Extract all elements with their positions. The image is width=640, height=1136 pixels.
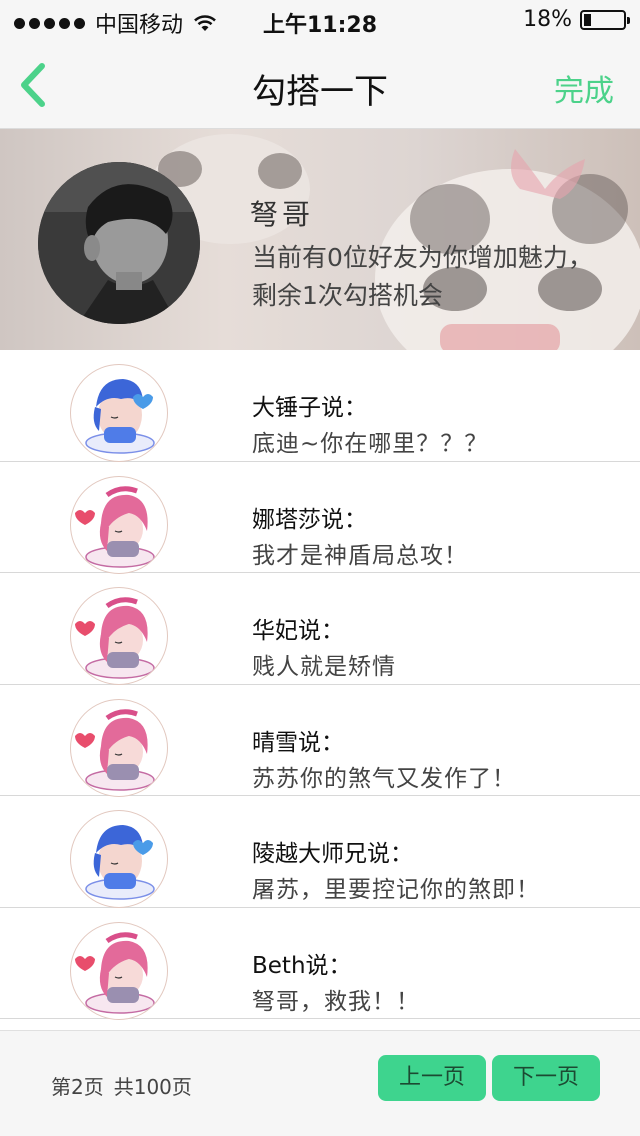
list-item[interactable]: 大锤子说： 底迪~你在哪里？？？: [0, 350, 640, 462]
status-bar: 中国移动 上午11:28 18%: [0, 0, 640, 40]
message-sender: 娜塔莎说：: [252, 506, 367, 533]
message-sender: 大锤子说：: [252, 395, 367, 421]
list-item[interactable]: 娜塔莎说： 我才是神盾局总攻！: [0, 462, 640, 574]
message-sender: 陵越大师兄说：: [252, 841, 413, 867]
message-sender: 华妃说：: [252, 618, 344, 644]
profile-avatar[interactable]: [38, 162, 200, 324]
message-sender: 晴雪说：: [252, 729, 344, 756]
battery-icon: [580, 9, 630, 30]
blue-hair-boy-avatar[interactable]: [70, 364, 168, 462]
status-right: 18%: [523, 7, 630, 32]
message-list: 大锤子说： 底迪~你在哪里？？？ 娜塔莎说： 我才是神盾局总攻！ 华妃说： 贱人…: [0, 350, 640, 1020]
profile-photo: [38, 162, 200, 324]
list-item[interactable]: Beth说： 弩哥，救我！！: [0, 908, 640, 1020]
charm-info-text: 当前有0位好友为你增加魅力，: [252, 243, 593, 272]
page-indicator: 第2页 共100页: [51, 1071, 192, 1100]
battery-percent: 18%: [523, 7, 572, 32]
message-text: 贱人就是矫情: [252, 654, 396, 680]
pagination-footer: 第2页 共100页 上一页 下一页: [0, 1030, 640, 1136]
message-text: 苏苏你的煞气又发作了！: [252, 765, 516, 792]
list-item[interactable]: 陵越大师兄说： 屠苏，里要控记你的煞即！: [0, 796, 640, 908]
navigation-bar: 勾搭一下 完成: [0, 40, 640, 129]
previous-page-button[interactable]: 上一页: [378, 1055, 486, 1101]
page-title: 勾搭一下: [252, 72, 388, 112]
profile-info: 当前有0位好友为你增加魅力， 剩余1次勾搭机会: [252, 239, 632, 315]
message-text: 底迪~你在哪里？？？: [252, 431, 489, 457]
next-page-button[interactable]: 下一页: [492, 1055, 600, 1101]
current-page: 第2页: [51, 1075, 104, 1099]
message-sender: Beth说：: [252, 952, 352, 979]
total-pages: 共100页: [113, 1075, 192, 1099]
remaining-chances-text: 剩余1次勾搭机会: [252, 281, 443, 310]
pink-hair-girl-avatar[interactable]: [70, 475, 168, 574]
message-text: 屠苏，里要控记你的煞即！: [252, 877, 540, 903]
blue-hair-boy-avatar[interactable]: [70, 810, 168, 908]
list-item[interactable]: 晴雪说： 苏苏你的煞气又发作了！: [0, 685, 640, 797]
pink-hair-girl-avatar[interactable]: [70, 921, 168, 1020]
pink-hair-girl-avatar[interactable]: [70, 587, 168, 685]
message-text: 弩哥，救我！！: [252, 988, 420, 1015]
message-text: 我才是神盾局总攻！: [252, 542, 468, 569]
profile-header: 弩哥 当前有0位好友为你增加魅力， 剩余1次勾搭机会: [0, 129, 640, 350]
profile-name: 弩哥: [250, 198, 315, 231]
pink-hair-girl-avatar[interactable]: [70, 698, 168, 797]
battery-fill: [584, 13, 591, 26]
done-button[interactable]: 完成: [554, 66, 614, 110]
list-item[interactable]: 华妃说： 贱人就是矫情: [0, 573, 640, 685]
